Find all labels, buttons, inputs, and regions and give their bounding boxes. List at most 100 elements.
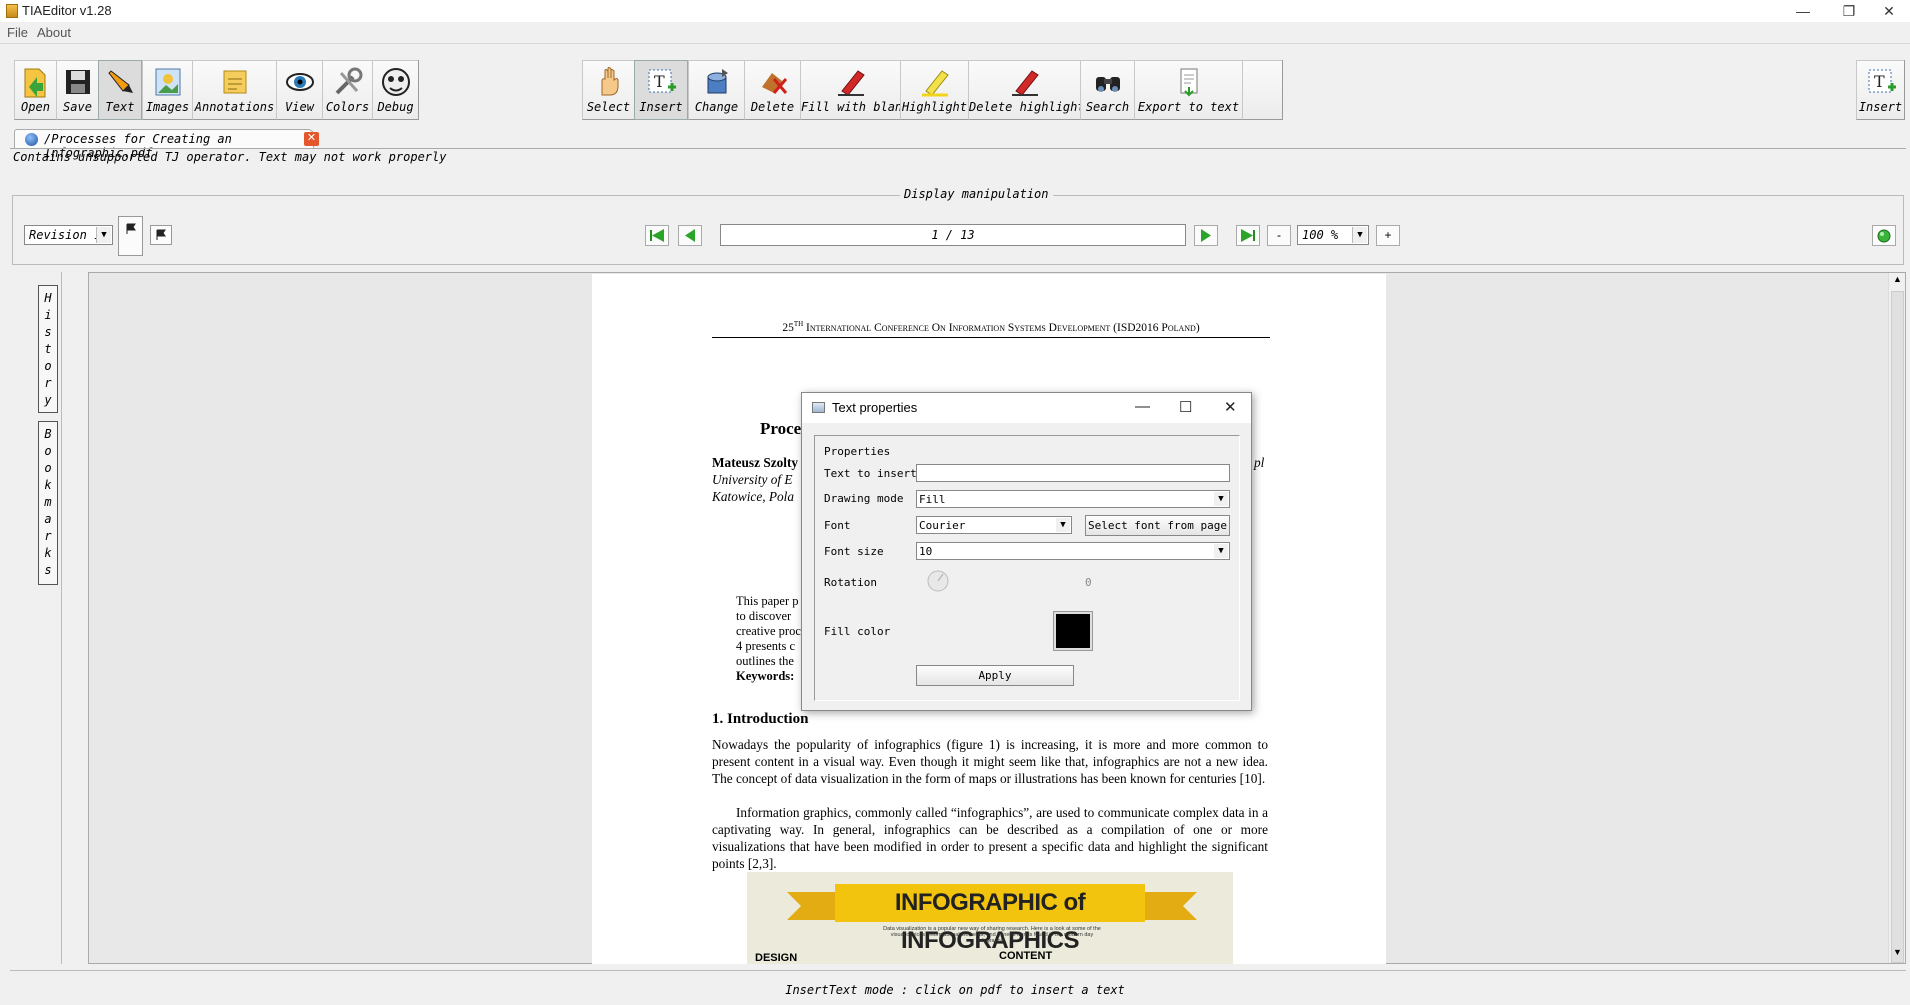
first-page-button[interactable] (645, 225, 669, 246)
text-pen-icon (108, 70, 133, 93)
delete-highlight-button[interactable]: Delete highlight (968, 60, 1085, 120)
vertical-scrollbar[interactable]: ▲ ▼ (1888, 273, 1905, 963)
svg-text:T: T (654, 72, 665, 91)
scroll-up-icon[interactable]: ▲ (1893, 274, 1902, 284)
pdf-paragraph: Nowadays the popularity of infographics … (712, 737, 1268, 786)
font-size-select[interactable]: 10 ▼ (916, 542, 1230, 560)
rotation-dial[interactable] (926, 569, 950, 593)
dialog-maximize-icon[interactable]: ☐ (1179, 398, 1192, 416)
eye-icon (285, 73, 314, 91)
insert-toolbar: T Insert (1856, 60, 1905, 120)
menu-about[interactable]: About (37, 25, 71, 40)
colors-button[interactable]: Colors (322, 60, 372, 120)
tab-divider (10, 148, 1906, 149)
annotations-icon (223, 70, 246, 94)
open-button[interactable]: Open (14, 60, 56, 120)
revision-save-button[interactable] (118, 216, 143, 256)
font-select[interactable]: Courier ▼ (916, 516, 1072, 534)
title-bar: TIAEditor v1.28 — ❐ ✕ (0, 0, 1910, 22)
infographic-banner: INFOGRAPHIC of INFOGRAPHICS (835, 884, 1145, 954)
delete-highlight-icon (1011, 70, 1039, 96)
status-bar-text: InsertText mode : click on pdf to insert… (785, 983, 1125, 997)
insert-tool-button[interactable]: T Insert (634, 60, 688, 120)
previous-page-button[interactable] (678, 225, 702, 246)
green-circle-icon (1877, 229, 1891, 243)
debug-icon (381, 68, 410, 96)
status-divider (10, 970, 1906, 971)
marker-icon (837, 70, 865, 96)
pdf-section-heading: 1. Introduction (712, 711, 809, 727)
window-title: TIAEditor v1.28 (22, 3, 112, 18)
scroll-down-icon[interactable]: ▼ (1893, 947, 1902, 957)
revision-flag-button[interactable] (150, 225, 172, 245)
tab-close-icon[interactable]: ✕ (304, 132, 319, 146)
rotation-value: 0 (1085, 576, 1092, 589)
refresh-button[interactable] (1872, 225, 1896, 246)
pdf-affiliation: University of E (712, 472, 793, 487)
zoom-select[interactable]: 100 % ▼ (1297, 225, 1369, 245)
dialog-minimize-icon[interactable]: — (1135, 398, 1150, 415)
scrollbar-thumb[interactable] (1891, 291, 1904, 963)
images-icon (155, 68, 180, 96)
svg-text:T: T (1874, 72, 1885, 91)
dialog-window-icon (812, 402, 825, 413)
pdf-author: Mateusz Szolty (712, 455, 799, 470)
pdf-paragraph: Information graphics, commonly called “i… (712, 805, 1268, 871)
fill-with-blank-button[interactable]: Fill with blank (800, 60, 909, 120)
annotations-button[interactable]: Annotations (192, 60, 276, 120)
pdf-email-fragment: pl (1254, 455, 1265, 470)
rotation-label: Rotation (824, 576, 877, 589)
zoom-in-button[interactable]: + (1376, 225, 1400, 246)
drawing-mode-label: Drawing mode (824, 492, 904, 505)
insert-right-button[interactable]: T Insert (1856, 60, 1904, 120)
edit-toolbar: Select T Insert Change Delete Fill with … (582, 60, 1283, 120)
infographic-design-label: DESIGN (755, 952, 798, 964)
text-to-insert-input[interactable] (916, 464, 1230, 482)
select-font-from-page-button[interactable]: Select font from page (1085, 515, 1230, 536)
toolbar-spacer (1242, 60, 1282, 120)
bookmarks-tab[interactable]: B o o k m a r k s (38, 421, 58, 585)
debug-button[interactable]: Debug (372, 60, 418, 120)
previous-page-icon (685, 229, 695, 242)
next-page-button[interactable] (1194, 225, 1218, 246)
export-to-text-button[interactable]: Export to text (1134, 60, 1242, 120)
font-label: Font (824, 519, 851, 532)
chevron-down-icon: ▼ (96, 227, 111, 243)
highlight-button[interactable]: Highlight (900, 60, 968, 120)
chevron-down-icon: ▼ (1214, 544, 1228, 558)
menu-file[interactable]: File (7, 25, 28, 40)
fill-color-swatch[interactable] (1053, 611, 1093, 651)
chevron-down-icon: ▼ (1352, 227, 1367, 243)
text-tool-button[interactable]: Text (98, 60, 142, 120)
document-tab[interactable]: /Processes for Creating an Infographic.p… (14, 129, 319, 160)
zoom-out-button[interactable]: - (1267, 225, 1291, 246)
export-text-icon (1180, 68, 1197, 97)
font-size-label: Font size (824, 545, 884, 558)
insert-text-icon: T (648, 69, 676, 93)
change-tool-button[interactable]: Change (688, 60, 744, 120)
select-tool-button[interactable]: Select (582, 60, 634, 120)
text-properties-dialog: Text properties — ☐ ✕ Properties Text to… (801, 392, 1252, 711)
delete-icon (761, 73, 787, 94)
delete-tool-button[interactable]: Delete (744, 60, 800, 120)
search-button[interactable]: Search (1080, 60, 1134, 120)
infographic-figure: INFOGRAPHIC of INFOGRAPHICS Data visuali… (747, 872, 1233, 964)
hand-icon (601, 67, 618, 96)
globe-icon (25, 133, 38, 146)
close-button[interactable]: ✕ (1866, 0, 1910, 22)
history-tab[interactable]: H i s t o r y (38, 285, 58, 413)
revision-select[interactable]: Revision 1 ▼ (24, 225, 113, 245)
flag-icon (156, 229, 166, 240)
chevron-down-icon: ▼ (1214, 492, 1228, 506)
pdf-abstract: This paper p to discover creative proc 4… (736, 594, 801, 683)
page-number-field[interactable]: 1 / 13 (720, 224, 1186, 246)
view-button[interactable]: View (276, 60, 322, 120)
last-page-button[interactable] (1236, 225, 1260, 246)
apply-button[interactable]: Apply (916, 665, 1074, 686)
drawing-mode-select[interactable]: Fill ▼ (916, 490, 1230, 508)
fill-color-label: Fill color (824, 625, 891, 638)
minimize-button[interactable]: — (1780, 0, 1826, 22)
images-button[interactable]: Images (142, 60, 192, 120)
dialog-close-icon[interactable]: ✕ (1224, 398, 1237, 416)
save-button[interactable]: Save (56, 60, 98, 120)
